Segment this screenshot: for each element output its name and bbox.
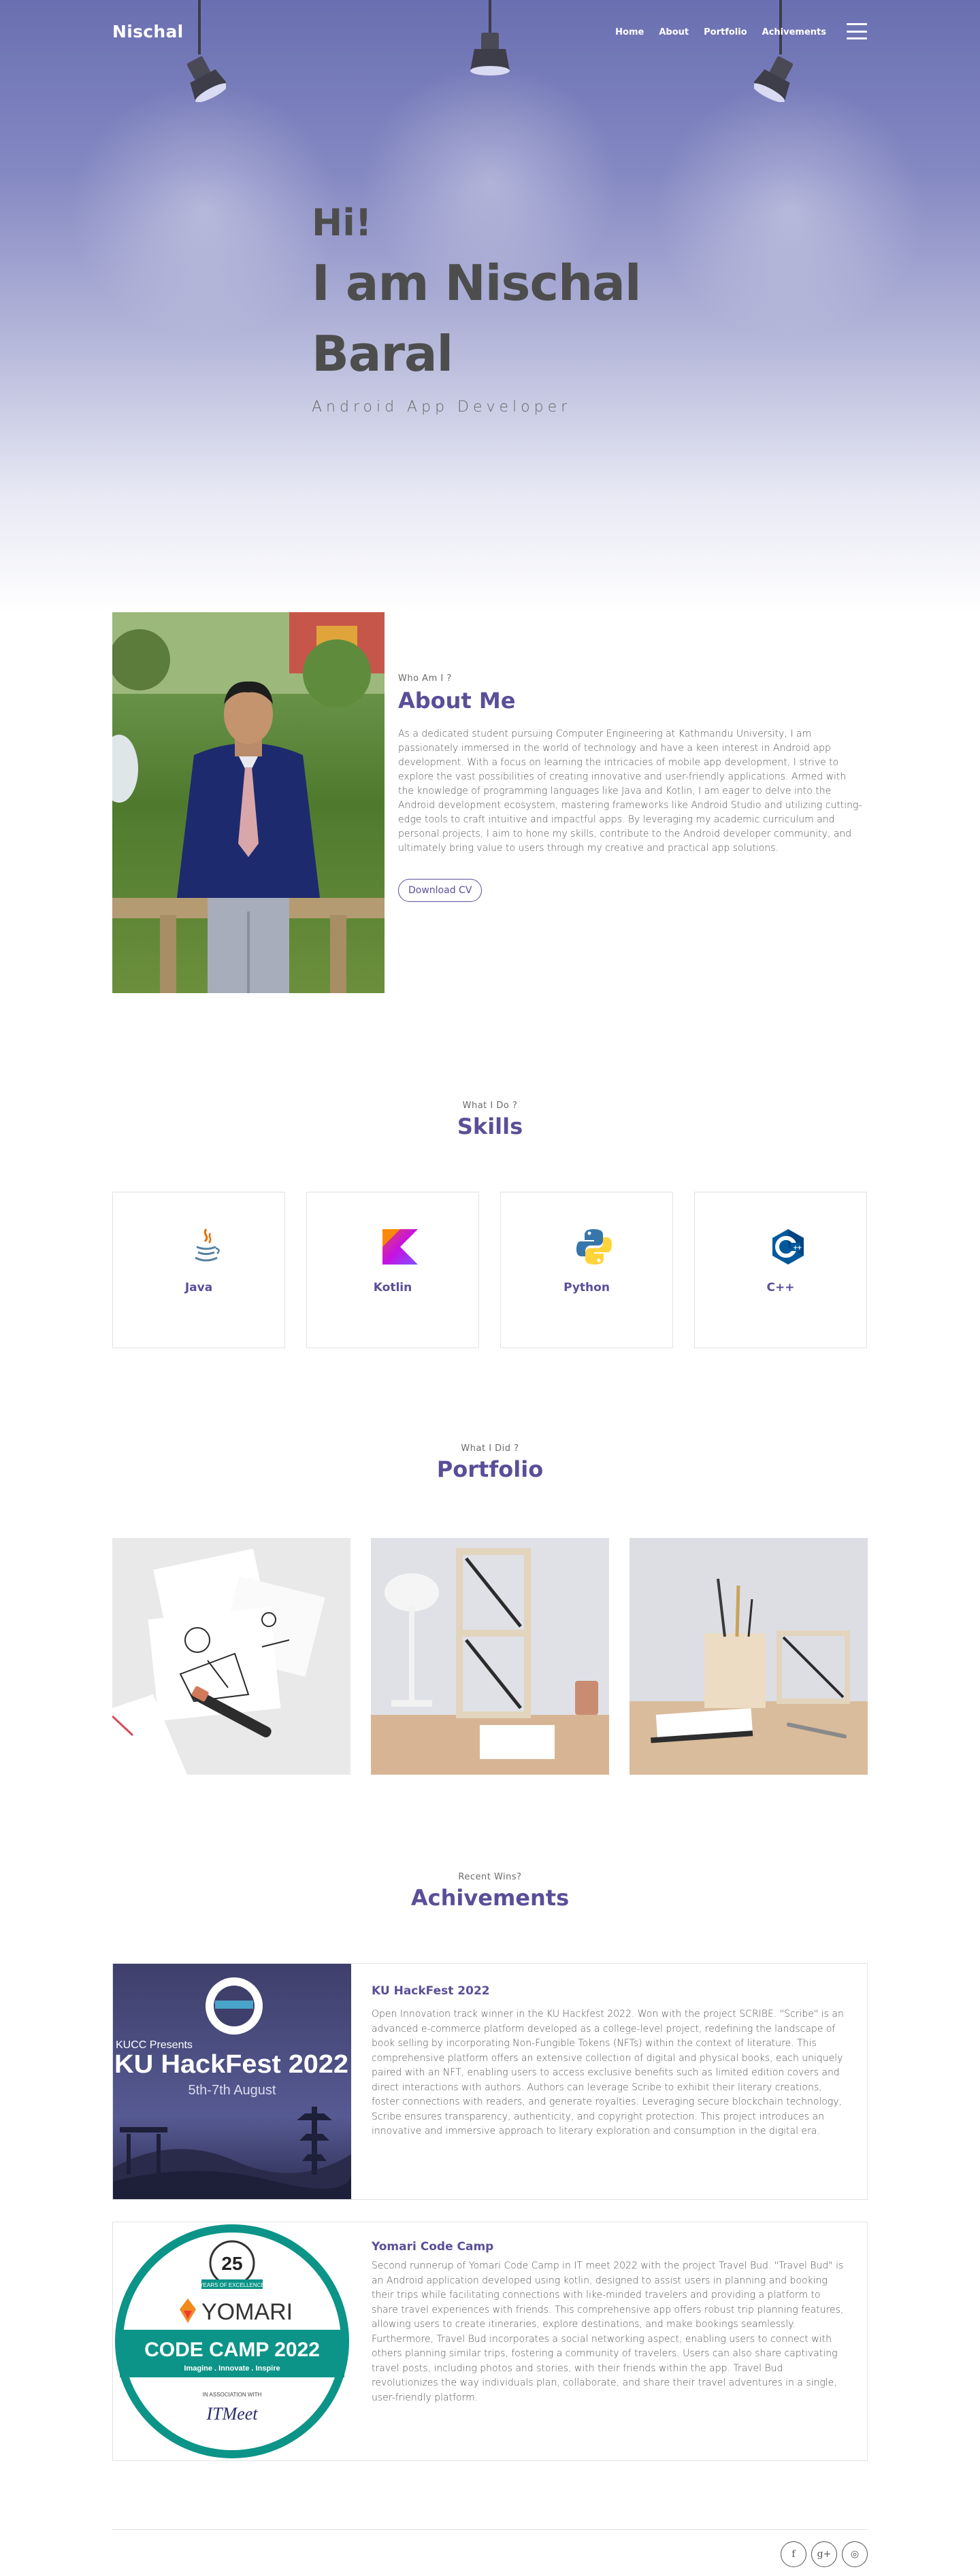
- hero-greeting: Hi!: [312, 201, 372, 244]
- yomari-tagline: Imagine . Innovate . Inspire: [184, 2364, 280, 2373]
- hackfest-title: KU HackFest 2022: [372, 1984, 490, 1998]
- profile-photo: [112, 612, 385, 993]
- portfolio-kicker: What I Did ?: [461, 1443, 519, 1454]
- hamburger-bar: [847, 30, 867, 33]
- portfolio-item-2[interactable]: [371, 1538, 609, 1775]
- skill-card-java[interactable]: Java: [112, 1192, 285, 1348]
- skill-card-python[interactable]: Python: [500, 1192, 673, 1348]
- brand-logo[interactable]: Nischal: [112, 22, 184, 41]
- achievement-card-yomari: 25 YEARS OF EXCELLENCE YOMARI CODE CAMP …: [112, 2222, 868, 2461]
- yomari-text: Yomari Code Camp Second runnerup of Yoma…: [372, 2240, 848, 2405]
- java-icon: [195, 1228, 220, 1262]
- footer-divider: [112, 2529, 868, 2530]
- skills-header: What I Do ? Skills: [0, 1101, 980, 1139]
- skill-card-cpp[interactable]: + + C++: [694, 1192, 867, 1348]
- yomari-partner: ITMeet: [206, 2404, 258, 2424]
- portfolio-header: What I Did ? Portfolio: [0, 1443, 980, 1482]
- yomari-title: Yomari Code Camp: [372, 2240, 494, 2254]
- skill-label-cpp: C++: [766, 1281, 795, 1294]
- yomari-body: Second runnerup of Yomari Code Camp in I…: [372, 2260, 844, 2403]
- hackfest-event: KU HackFest 2022: [114, 2050, 348, 2079]
- about-body: As a dedicated student pursuing Computer…: [398, 729, 862, 854]
- hero-role: Android App Developer: [312, 399, 572, 416]
- skill-card-kotlin[interactable]: Kotlin: [306, 1192, 479, 1348]
- nav-home[interactable]: Home: [615, 27, 644, 37]
- skills-title: Skills: [457, 1114, 523, 1139]
- spotlight-glow-right: [653, 82, 926, 340]
- hamburger-menu-icon[interactable]: [847, 23, 867, 39]
- spotlight-lamp-left-icon: [186, 0, 226, 102]
- hackfest-presents: KUCC Presents: [116, 2039, 193, 2051]
- about-section: Who Am I ? About Me As a dedicated stude…: [398, 673, 864, 902]
- about-title: About Me: [398, 688, 516, 714]
- download-cv-button[interactable]: Download CV: [398, 879, 483, 902]
- facebook-icon[interactable]: f: [781, 2541, 806, 2567]
- hero-section: Nischal Home About Portfolio Achivements…: [0, 0, 980, 612]
- hackfest-text: KU HackFest 2022 Open Innovation track w…: [372, 1984, 848, 2139]
- main-nav: Home About Portfolio Achivements: [615, 27, 826, 37]
- yomari-event: CODE CAMP 2022: [144, 2339, 320, 2361]
- python-icon: [576, 1229, 612, 1265]
- hackfest-banner: KUCC Presents KU HackFest 2022 5th-7th A…: [113, 1964, 351, 2199]
- yomari-brand: YOMARI: [201, 2299, 293, 2325]
- achievement-card-hackfest: KUCC Presents KU HackFest 2022 5th-7th A…: [112, 1963, 868, 2200]
- skill-label-java: Java: [184, 1281, 213, 1294]
- profile-photo-image: [112, 612, 385, 993]
- nav-portfolio[interactable]: Portfolio: [704, 27, 747, 37]
- hero-text: Hi! I am Nischal Baral Android App Devel…: [312, 199, 693, 416]
- portfolio-image-sketches: [112, 1538, 350, 1775]
- spotlight-lamp-right-icon: [754, 0, 794, 102]
- achievements-title: Achivements: [410, 1885, 570, 1911]
- portfolio-item-3[interactable]: [630, 1538, 868, 1775]
- yomari-years: 25: [221, 2253, 242, 2274]
- hackfest-banner-image: KUCC Presents KU HackFest 2022 5th-7th A…: [113, 1964, 351, 2199]
- portfolio-title: Portfolio: [436, 1456, 544, 1482]
- nav-achievements[interactable]: Achivements: [762, 27, 826, 37]
- yomari-years-caption: YEARS OF EXCELLENCE: [199, 2282, 265, 2288]
- hero-name: I am Nischal Baral: [312, 254, 642, 382]
- hackfest-body: Open Innovation track winner in the KU H…: [372, 2009, 844, 2137]
- achievements-kicker: Recent Wins?: [458, 1872, 522, 1882]
- spotlight-glow-left: [68, 82, 340, 340]
- yomari-badge: 25 YEARS OF EXCELLENCE YOMARI CODE CAMP …: [113, 2222, 351, 2460]
- hackfest-dates: 5th-7th August: [189, 2083, 276, 2098]
- skills-kicker: What I Do ?: [462, 1101, 518, 1111]
- kotlin-icon: [382, 1229, 418, 1265]
- yomari-association: IN ASSOCIATION WITH: [203, 2392, 262, 2398]
- skill-label-kotlin: Kotlin: [373, 1281, 412, 1294]
- spotlight-lamp-center-icon: [470, 0, 510, 76]
- instagram-icon[interactable]: ◎: [842, 2541, 868, 2567]
- achievements-header: Recent Wins? Achivements: [0, 1872, 980, 1911]
- nav-about[interactable]: About: [659, 27, 689, 37]
- svg-text:+: +: [797, 1245, 802, 1252]
- hamburger-bar: [847, 23, 867, 25]
- hamburger-bar: [847, 37, 867, 39]
- yomari-badge-image: 25 YEARS OF EXCELLENCE YOMARI CODE CAMP …: [115, 2224, 349, 2458]
- about-kicker: Who Am I ?: [398, 673, 452, 684]
- skill-label-python: Python: [564, 1281, 610, 1294]
- google-plus-icon[interactable]: g+: [811, 2541, 837, 2567]
- cpp-icon: + +: [772, 1229, 804, 1265]
- portfolio-image-desk: [630, 1538, 868, 1775]
- portfolio-image-shelf: [371, 1538, 609, 1775]
- portfolio-item-1[interactable]: [112, 1538, 350, 1775]
